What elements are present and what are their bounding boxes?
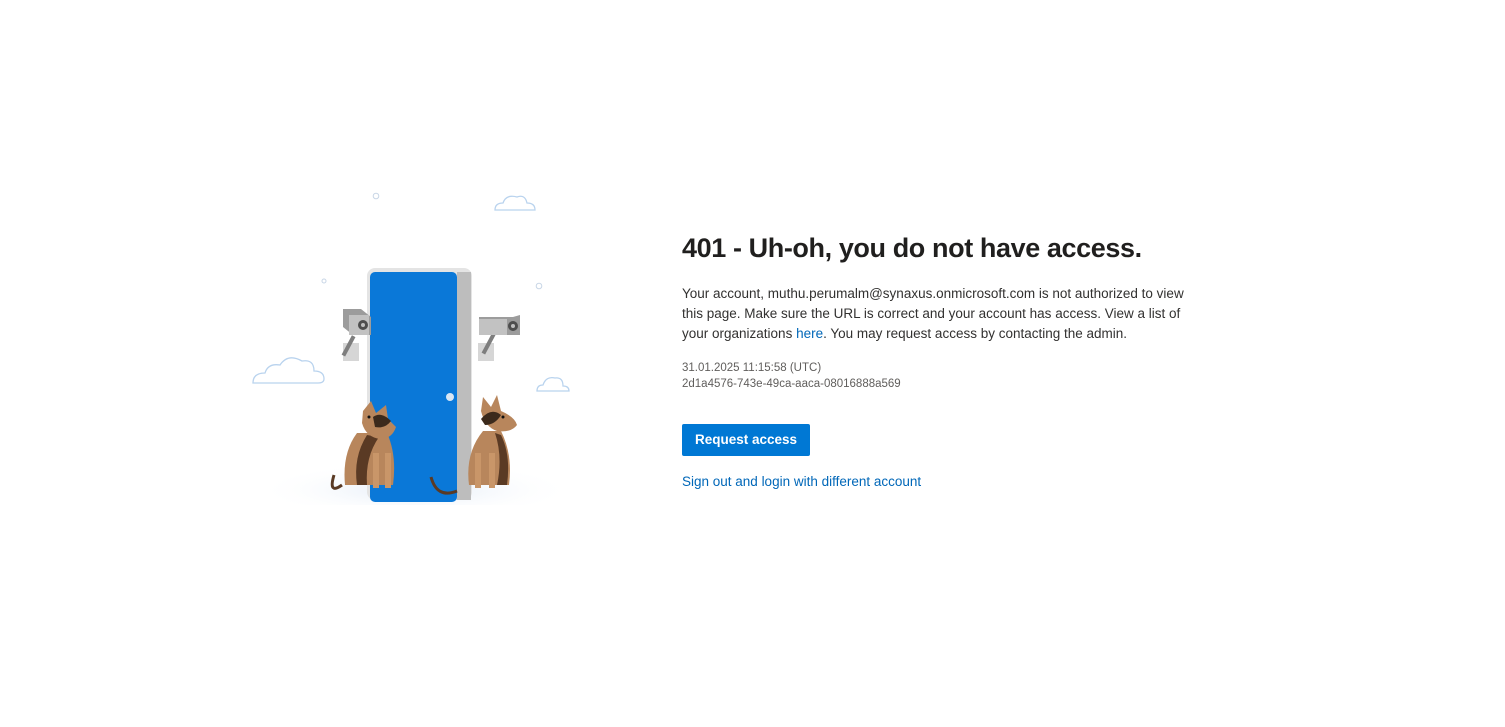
sparkle — [372, 192, 380, 200]
timestamp: 31.01.2025 11:15:58 (UTC) — [682, 362, 822, 374]
activity-id: 2d1a4576-743e-49ca-aaca-08016888a569 — [682, 378, 901, 390]
cloud-icon — [252, 357, 325, 384]
sparkle — [535, 282, 543, 290]
request-access-button[interactable]: Request access — [682, 424, 811, 456]
error-page: 401 - Uh-oh, you do not have access. You… — [0, 0, 1505, 727]
sparkle — [321, 278, 327, 284]
door-knob — [446, 393, 454, 401]
security-camera-icon — [478, 315, 520, 361]
error-content: 401 - Uh-oh, you do not have access. You… — [682, 228, 1192, 489]
cloud-icon — [494, 195, 536, 211]
security-camera-icon — [341, 309, 371, 361]
error-message-text-end: . You may request access by contacting t… — [823, 326, 1128, 341]
sign-out-link[interactable]: Sign out and login with different accoun… — [682, 474, 1192, 489]
access-denied-illustration — [252, 192, 575, 505]
error-details: 31.01.2025 11:15:58 (UTC) 2d1a4576-743e-… — [682, 360, 1192, 392]
page-title: 401 - Uh-oh, you do not have access. — [682, 233, 1142, 263]
error-message: Your account, muthu.perumalm@synaxus.onm… — [682, 284, 1192, 344]
organizations-link[interactable]: here — [796, 326, 823, 341]
cloud-icon — [536, 377, 570, 392]
